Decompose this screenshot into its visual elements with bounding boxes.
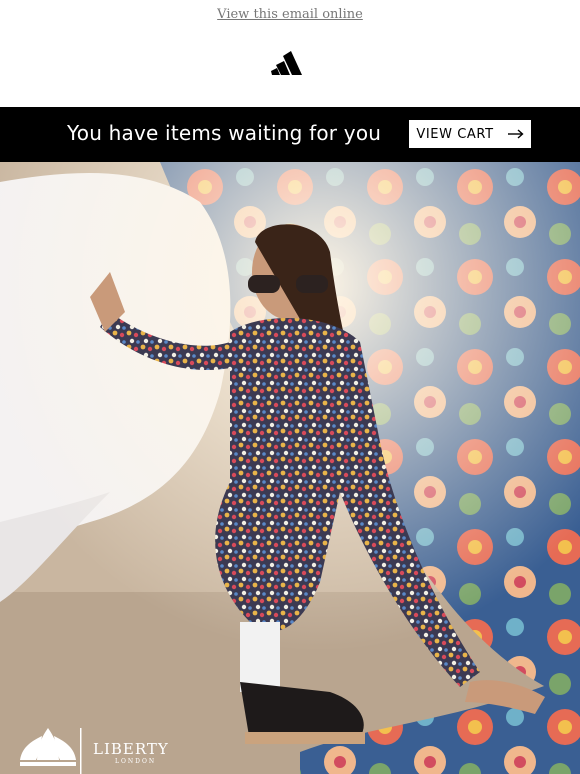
view-cart-label: VIEW CART bbox=[416, 126, 494, 142]
hero-photo-illustration bbox=[0, 162, 580, 774]
abandoned-cart-banner: You have items waiting for you VIEW CART bbox=[0, 107, 580, 162]
view-cart-button[interactable]: VIEW CART bbox=[409, 120, 531, 148]
arrow-right-icon bbox=[507, 129, 524, 139]
banner-headline: You have items waiting for you bbox=[67, 121, 382, 145]
collab-logo-liberty-sub: LONDON bbox=[115, 758, 157, 765]
view-online-bar: View this email online bbox=[0, 0, 580, 27]
collab-logo-liberty: LIBERTY LONDON bbox=[93, 740, 169, 765]
adidas-logo-icon[interactable] bbox=[271, 51, 309, 75]
brand-header bbox=[0, 27, 580, 102]
view-online-link[interactable]: View this email online bbox=[217, 7, 363, 22]
hero-image[interactable]: LIBERTY LONDON bbox=[0, 162, 580, 774]
